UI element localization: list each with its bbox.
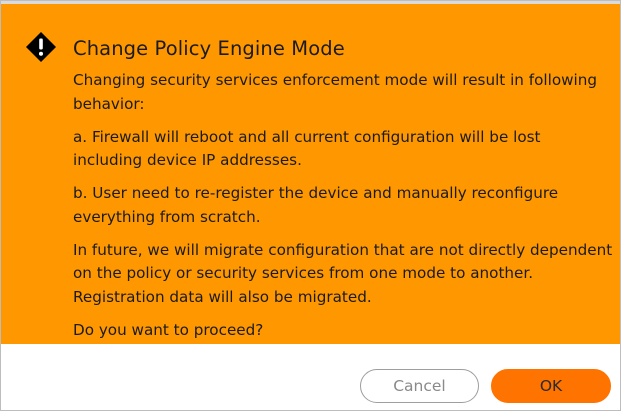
dialog-title: Change Policy Engine Mode <box>73 37 345 60</box>
dialog-message: Changing security services enforcement m… <box>73 69 613 352</box>
message-intro: Changing security services enforcement m… <box>73 71 598 113</box>
warning-panel: Change Policy Engine Mode Changing secur… <box>1 1 620 344</box>
message-item-a: a. Firewall will reboot and all current … <box>73 127 541 170</box>
dialog-footer: Cancel OK <box>1 344 620 410</box>
ok-button[interactable]: OK <box>491 369 611 403</box>
cancel-button[interactable]: Cancel <box>360 369 479 403</box>
message-future-note: In future, we will migrate configuration… <box>73 240 613 306</box>
message-question: Do you want to proceed? <box>73 320 264 339</box>
message-item-b: b. User need to re-register the device a… <box>73 184 559 226</box>
warning-diamond-icon <box>26 32 56 62</box>
confirm-dialog: Change Policy Engine Mode Changing secur… <box>0 0 621 411</box>
